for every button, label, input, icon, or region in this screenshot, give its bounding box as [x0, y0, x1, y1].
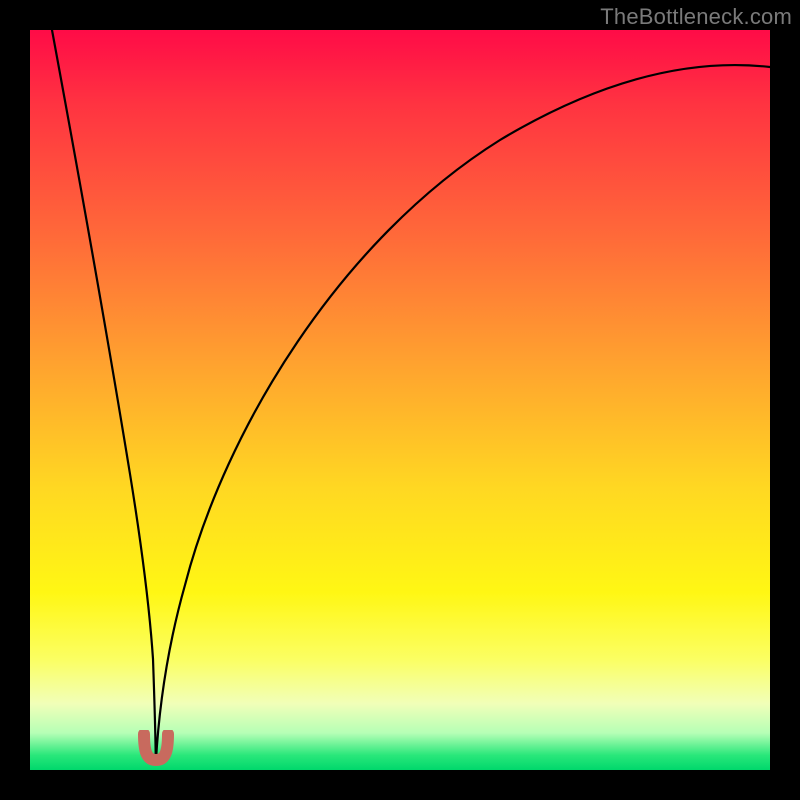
watermark-text: TheBottleneck.com [600, 4, 792, 30]
chart-frame: TheBottleneck.com [0, 0, 800, 800]
plot-area [30, 30, 770, 770]
heat-gradient-background [30, 30, 770, 770]
